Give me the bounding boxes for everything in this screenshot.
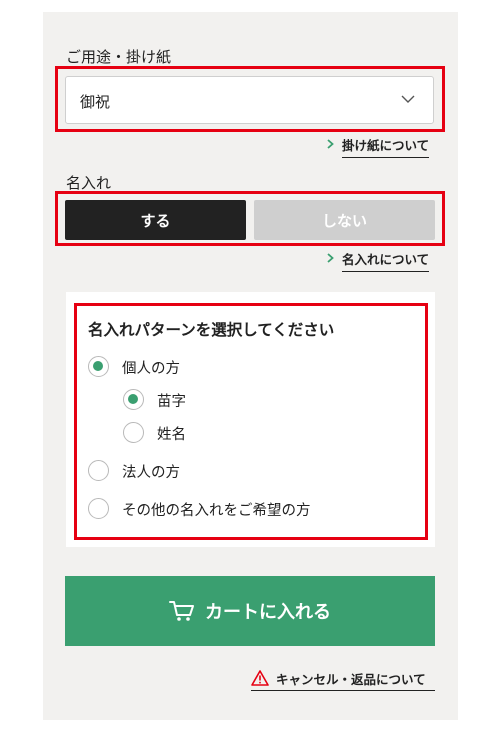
pattern-title: 名入れパターンを選択してください	[88, 321, 335, 339]
option-label-surname: 苗字	[157, 394, 186, 410]
warning-icon	[251, 670, 269, 686]
kakegami-info-link[interactable]: 掛け紙について	[342, 135, 430, 158]
cancel-return-link[interactable]: キャンセル・返品について	[276, 669, 426, 688]
usage-select-value: 御祝	[80, 93, 111, 111]
option-label-corporate: 法人の方	[122, 465, 180, 481]
radio-individual[interactable]	[88, 356, 109, 377]
option-label-fullname: 姓名	[157, 427, 186, 443]
naire-off-button[interactable]: しない	[254, 200, 435, 240]
cancel-link-underline	[251, 690, 435, 691]
radio-fullname[interactable]	[123, 422, 144, 443]
radio-surname[interactable]	[123, 389, 144, 410]
naire-label: 名入れ	[66, 174, 112, 192]
radio-corporate[interactable]	[88, 460, 109, 481]
usage-select[interactable]: 御祝	[65, 76, 434, 124]
usage-label: ご用途・掛け紙	[66, 48, 172, 66]
add-to-cart-button[interactable]: カートに入れる	[65, 576, 435, 646]
naire-on-button[interactable]: する	[65, 200, 246, 240]
radio-other[interactable]	[88, 498, 109, 519]
option-label-individual: 個人の方	[122, 361, 180, 377]
chevron-down-icon	[401, 95, 415, 103]
chevron-right-icon	[327, 139, 334, 149]
cart-icon	[169, 601, 194, 621]
add-to-cart-label: カートに入れる	[205, 602, 331, 623]
option-label-other: その他の名入れをご希望の方	[122, 503, 311, 519]
naire-info-link[interactable]: 名入れについて	[342, 249, 430, 272]
chevron-right-icon	[327, 253, 334, 263]
